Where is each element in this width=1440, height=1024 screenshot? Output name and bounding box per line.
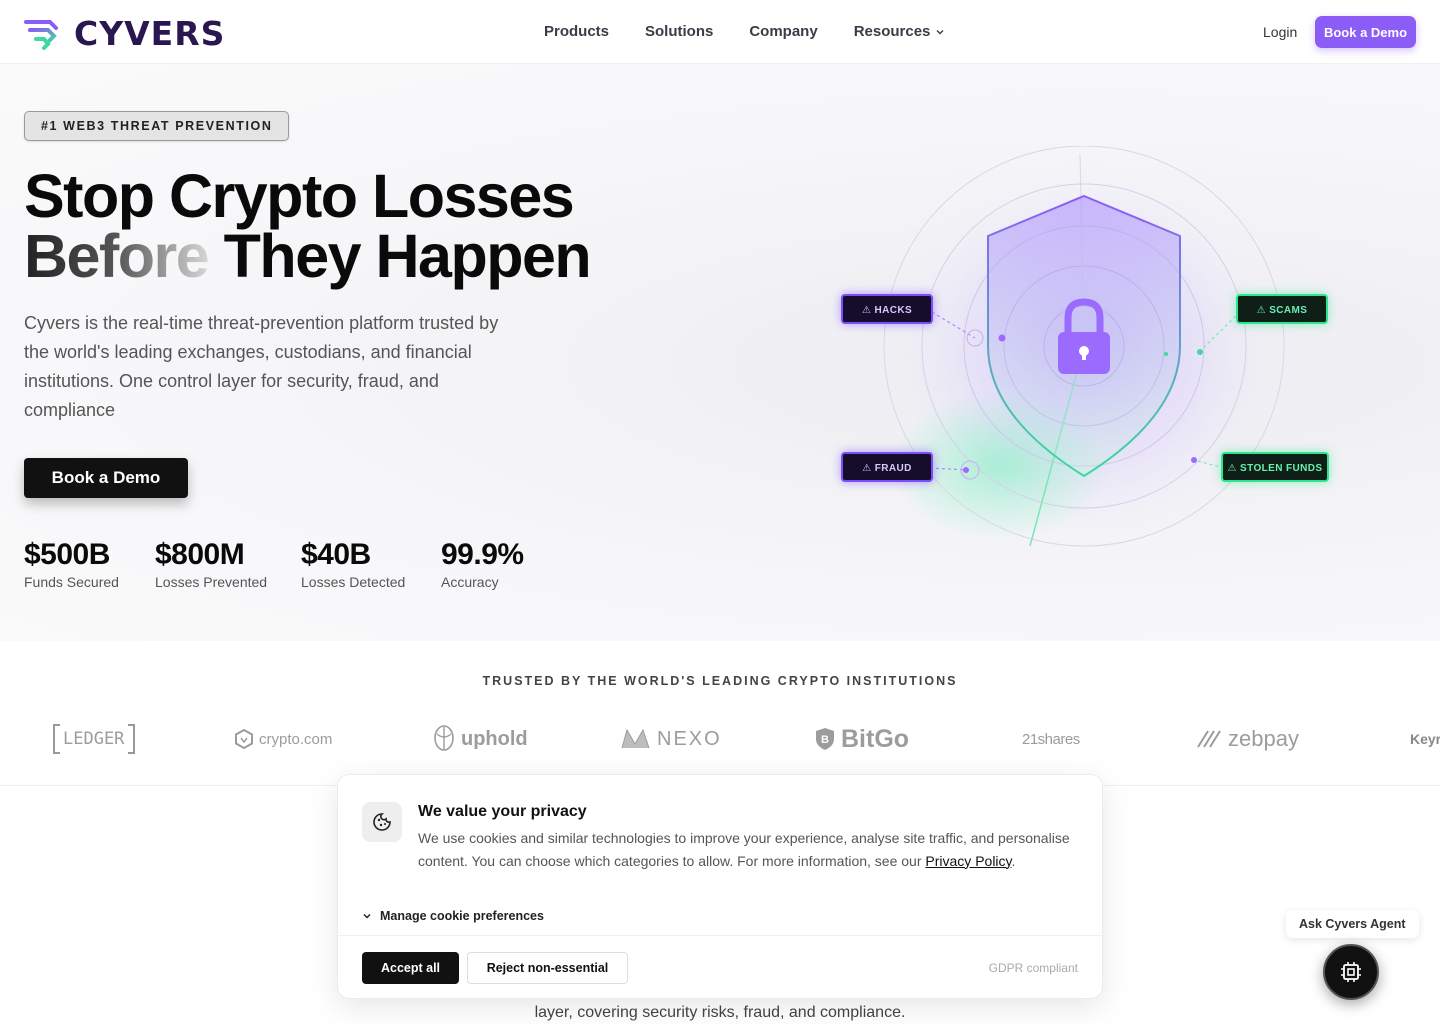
- logo-keyrock-partial: Keyr: [1410, 721, 1440, 757]
- accept-all-button[interactable]: Accept all: [362, 952, 459, 984]
- partner-logos-row: LEDGER crypto.com uphold NEXO B BitGo 21…: [0, 721, 1440, 757]
- logo-text: LEDGER: [63, 729, 125, 749]
- nav-resources-label: Resources: [853, 23, 931, 40]
- logo-ledger: LEDGER: [52, 721, 136, 757]
- logo-text: NEXO: [657, 727, 722, 750]
- cookie-consent-dialog: We value your privacy We use cookies and…: [337, 774, 1103, 999]
- nexo-mark-icon: [621, 729, 650, 749]
- ask-agent-label[interactable]: Ask Cyvers Agent: [1286, 910, 1419, 938]
- threat-tag-hacks: ⚠ HACKS: [841, 294, 933, 324]
- hero-book-demo-button[interactable]: Book a Demo: [24, 458, 188, 498]
- stat-losses-detected: $40B Losses Detected: [301, 538, 441, 590]
- threat-tag-fraud: ⚠ FRAUD: [841, 452, 933, 482]
- gdpr-note: GDPR compliant: [988, 961, 1078, 975]
- trusted-title: TRUSTED BY THE WORLD'S LEADING CRYPTO IN…: [482, 674, 958, 688]
- chevron-down-icon: [363, 913, 371, 919]
- stat-funds-secured: $500B Funds Secured: [24, 538, 155, 590]
- cookie-body: We use cookies and similar technologies …: [418, 827, 1088, 872]
- logo-crypto-com: crypto.com: [235, 721, 332, 757]
- cookie-icon-box: [362, 802, 402, 842]
- hero-stats: $500B Funds Secured $800M Losses Prevent…: [24, 538, 551, 590]
- login-link[interactable]: Login: [1263, 24, 1297, 40]
- top-navbar: CYVERS Products Solutions Company Resour…: [0, 0, 1440, 64]
- divider: [338, 935, 1102, 936]
- crypto-com-hex-icon: [235, 729, 253, 749]
- logo-text: zebpay: [1228, 726, 1299, 751]
- nav-products[interactable]: Products: [544, 23, 609, 40]
- stat-value: $500B: [24, 538, 110, 571]
- svg-text:B: B: [821, 734, 829, 746]
- threat-tag-scams: ⚠ SCAMS: [1236, 294, 1328, 324]
- nav-book-demo-button[interactable]: Book a Demo: [1315, 16, 1416, 48]
- logo-zebpay: zebpay: [1196, 721, 1299, 757]
- ask-agent-button[interactable]: [1323, 944, 1379, 1000]
- logo-text: BitGo: [841, 724, 910, 753]
- cookie-body-end: .: [1011, 852, 1016, 869]
- brand-logo[interactable]: CYVERS: [24, 14, 225, 53]
- stat-value: $800M: [155, 538, 245, 571]
- stat-losses-prevented: $800M Losses Prevented: [155, 538, 301, 590]
- hero-headline: Stop Crypto Losses Before They Happen: [24, 166, 592, 287]
- stat-label: Losses Prevented: [155, 574, 268, 590]
- main-nav: Products Solutions Company Resources: [544, 23, 945, 40]
- section-subtext-partial: layer, covering security risks, fraud, a…: [534, 1004, 906, 1021]
- stat-accuracy: 99.9% Accuracy: [441, 538, 551, 590]
- stat-label: Funds Secured: [24, 574, 119, 590]
- hero-section: #1 WEB3 THREAT PREVENTION Stop Crypto Lo…: [0, 64, 1440, 641]
- logo-nexo: NEXO: [621, 721, 722, 757]
- headline-line-2-rest: They Happen: [223, 222, 592, 290]
- manage-label: Manage cookie preferences: [380, 909, 544, 923]
- logo-21shares: 21shares: [1022, 721, 1080, 757]
- headline-fade-word: Before: [24, 222, 210, 290]
- logo-bitgo: B BitGo: [815, 721, 909, 757]
- hero-description: Cyvers is the real-time threat-preventio…: [24, 313, 499, 420]
- hero-badge: #1 WEB3 THREAT PREVENTION: [24, 111, 290, 141]
- cyvers-logo-icon: [24, 19, 58, 50]
- chip-icon: [1341, 962, 1361, 982]
- brand-name: CYVERS: [74, 14, 226, 53]
- chevron-down-icon: [936, 29, 944, 35]
- logo-text: uphold: [461, 727, 528, 750]
- zebpay-stripes-icon: [1197, 730, 1221, 748]
- stat-value: 99.9%: [441, 538, 524, 571]
- uphold-leaf-icon: [434, 725, 454, 751]
- threat-tag-stolen-funds: ⚠ STOLEN FUNDS: [1221, 452, 1329, 482]
- cookie-title: We value your privacy: [418, 803, 587, 820]
- shield-radar-graphic: [883, 145, 1285, 552]
- logo-text: 21shares: [1022, 730, 1080, 748]
- nav-company[interactable]: Company: [749, 23, 817, 40]
- stat-value: $40B: [301, 538, 371, 571]
- nav-solutions[interactable]: Solutions: [645, 23, 713, 40]
- reject-non-essential-button[interactable]: Reject non-essential: [467, 952, 628, 984]
- bitgo-shield-icon: B: [816, 728, 834, 750]
- stat-label: Losses Detected: [301, 574, 406, 590]
- privacy-policy-link[interactable]: Privacy Policy: [925, 853, 1011, 869]
- cookie-icon: [373, 813, 391, 831]
- trusted-by-section: TRUSTED BY THE WORLD'S LEADING CRYPTO IN…: [0, 641, 1440, 786]
- headline-line-1: Stop Crypto Losses: [24, 162, 575, 230]
- nav-resources[interactable]: Resources: [854, 23, 946, 40]
- logo-text: crypto.com: [259, 730, 333, 748]
- security-shield-visual: ⚠ HACKS ⚠ SCAMS ⚠ FRAUD ⚠ STOLEN FUNDS: [830, 145, 1340, 566]
- logo-text: Keyr: [1410, 731, 1440, 747]
- manage-cookie-preferences-toggle[interactable]: Manage cookie preferences: [362, 909, 544, 923]
- stat-label: Accuracy: [441, 574, 499, 590]
- logo-uphold: uphold: [433, 721, 528, 757]
